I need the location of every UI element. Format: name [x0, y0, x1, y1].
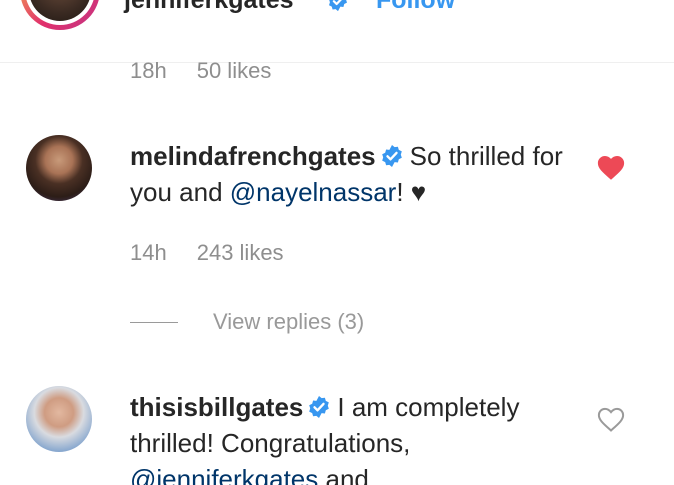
heart-filled-icon[interactable] [596, 153, 626, 181]
caption-meta: 18h 50 likes [130, 58, 301, 84]
view-replies-label[interactable]: View replies (3) [213, 309, 364, 335]
heart-outline-icon[interactable] [596, 405, 626, 433]
verified-badge-icon [381, 145, 402, 167]
comment-text-tail: ! ♥ [396, 177, 427, 207]
comment-text-tail: and [318, 464, 369, 485]
comments-panel: jenniferkgates Follow 18h 50 likes melind… [0, 0, 674, 485]
commenter-username[interactable]: thisisbillgates [130, 392, 303, 422]
commenter-username[interactable]: melindafrenchgates [130, 141, 376, 171]
verified-badge-icon [329, 0, 347, 12]
commenter-avatar-melinda[interactable] [26, 135, 92, 201]
comment-body: melindafrenchgates So thrilled for you a… [130, 138, 600, 210]
comment-age[interactable]: 14h [130, 240, 167, 265]
author-photo [29, 0, 91, 21]
caption-age[interactable]: 18h [130, 58, 167, 83]
comment-meta: 14h 243 likes [130, 240, 314, 266]
commenter-avatar-bill[interactable] [26, 386, 92, 452]
avatar-ring-gap [25, 0, 95, 25]
comment-likes[interactable]: 243 likes [197, 240, 284, 265]
author-username[interactable]: jenniferkgates [124, 0, 294, 15]
comment-mention[interactable]: @jenniferkgates [130, 464, 318, 485]
caption-likes[interactable]: 50 likes [197, 58, 272, 83]
post-header: jenniferkgates Follow [0, 0, 674, 63]
comment-body: thisisbillgates I am completely thrilled… [130, 389, 590, 485]
follow-button[interactable]: Follow [376, 0, 455, 15]
author-avatar[interactable] [20, 0, 100, 30]
comment-mention[interactable]: @nayelnassar [230, 177, 397, 207]
replies-divider [130, 322, 178, 323]
verified-badge-icon [309, 396, 330, 418]
